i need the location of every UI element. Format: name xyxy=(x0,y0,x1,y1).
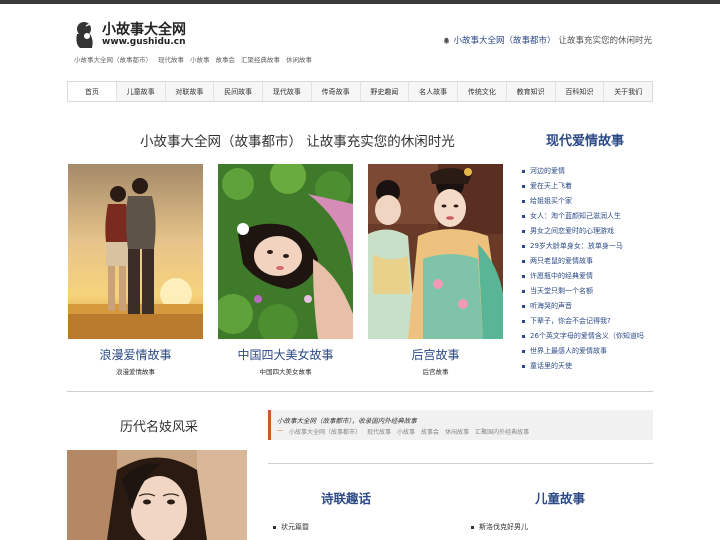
tagline-site-link[interactable]: 小故事大全网（故事都市） xyxy=(453,34,555,46)
main-nav: 首页 儿童故事 对联故事 民间故事 现代故事 传奇故事 野史趣闻 名人故事 传统… xyxy=(67,81,653,102)
list-item[interactable]: 26个英文字母的爱情含义（你知道吗 xyxy=(522,329,644,344)
card-title[interactable]: 中国四大美女故事 xyxy=(218,346,353,363)
notice-link[interactable]: 汇聚国内外经典故事 xyxy=(475,427,529,436)
card-subtitle: 浪漫爱情故事 xyxy=(116,368,155,376)
notice-link[interactable]: 现代故事 xyxy=(367,427,391,436)
nav-item-folk[interactable]: 民间故事 xyxy=(214,82,263,101)
top-link[interactable]: 故事会 xyxy=(216,54,236,64)
card-title[interactable]: 浪漫爱情故事 xyxy=(68,346,203,363)
list-item[interactable]: 给姐姐买个家 xyxy=(522,194,644,209)
list-item[interactable]: 爱在天上飞着 xyxy=(522,179,644,194)
list-item[interactable]: 听海哭的声音 xyxy=(522,299,644,314)
section-title-poetry[interactable]: 诗联趣话 xyxy=(256,488,436,507)
list-item[interactable]: 状元篇暨 xyxy=(272,520,309,535)
nav-item-home[interactable]: 首页 xyxy=(68,82,117,101)
list-item[interactable]: 世界上最感人的爱情故事 xyxy=(522,344,644,359)
nav-item-about[interactable]: 关于我们 xyxy=(604,82,652,101)
section-title-children[interactable]: 儿童故事 xyxy=(470,488,650,507)
page-headline: 小故事大全网（故事都市） 让故事充实您的休闲时光 xyxy=(140,134,455,150)
nav-item-legend[interactable]: 传奇故事 xyxy=(312,82,361,101)
top-link[interactable]: 休闲故事 xyxy=(286,54,312,64)
nav-item-celebrity[interactable]: 名人故事 xyxy=(409,82,458,101)
poetry-list: 状元篇暨 xyxy=(272,520,309,535)
courtesan-portrait[interactable] xyxy=(67,450,247,540)
logo-url: www.gushidu.cn xyxy=(102,37,186,47)
list-item[interactable]: 河边的爱情 xyxy=(522,164,644,179)
notice-link[interactable]: 故事会 xyxy=(421,427,439,436)
notice-link[interactable]: 休闲故事 xyxy=(445,427,469,436)
top-link[interactable]: 现代故事 xyxy=(158,54,184,64)
top-link[interactable]: 汇聚经典故事 xyxy=(241,54,280,64)
section-divider xyxy=(67,391,653,392)
notice-title: 小故事大全网（故事都市），收录国内外经典故事 xyxy=(277,417,417,425)
portrait-image xyxy=(67,450,247,540)
list-item[interactable]: 29岁大龄单身女：放单身一马 xyxy=(522,239,644,254)
card-title[interactable]: 后宫故事 xyxy=(368,346,503,363)
top-links: 小故事大全网（故事都市） 现代故事 小故事 故事会 汇聚经典故事 休闲故事 xyxy=(74,54,312,64)
list-item[interactable]: 两只老鼠的爱情故事 xyxy=(522,254,644,269)
section-divider xyxy=(268,463,653,464)
nav-item-anecdotes[interactable]: 野史趣闻 xyxy=(361,82,410,101)
woman-in-flowers-image xyxy=(218,164,353,339)
children-story-list: 斯洛伐克好男儿 xyxy=(470,520,528,535)
logo-title: 小故事大全网 xyxy=(102,22,186,38)
feature-card-four-beauties[interactable]: 中国四大美女故事 中国四大美女故事 xyxy=(218,164,353,376)
site-notice: 小故事大全网（故事都市），收录国内外经典故事 — 小故事大全网（故事都市） 现代… xyxy=(268,410,653,440)
nav-item-modern[interactable]: 现代故事 xyxy=(263,82,312,101)
site-logo[interactable]: 小故事大全网 www.gushidu.cn xyxy=(74,18,194,50)
list-item[interactable]: 女人：淘个蓝颜知己滋润人生 xyxy=(522,209,644,224)
list-item[interactable]: 许愿瓶中的经典爱情 xyxy=(522,269,644,284)
card-image[interactable] xyxy=(368,164,503,339)
top-link[interactable]: 小故事 xyxy=(190,54,210,64)
header-tagline: 小故事大全网（故事都市） 让故事充实您的休闲时光 xyxy=(443,34,652,46)
list-item[interactable]: 当天堂只剩一个名额 xyxy=(522,284,644,299)
nav-item-encyclopedia[interactable]: 百科知识 xyxy=(556,82,605,101)
card-subtitle: 后宫故事 xyxy=(422,368,449,376)
courtesans-heading: 历代名妓风采 xyxy=(119,420,198,435)
bell-icon xyxy=(444,37,450,44)
list-item[interactable]: 下辈子，你会不会记得我? xyxy=(522,314,644,329)
storyteller-logo-icon xyxy=(76,22,94,48)
list-item[interactable]: 男女之间恋爱时的心理游戏 xyxy=(522,224,644,239)
feature-card-palace[interactable]: 后宫故事 后宫故事 xyxy=(368,164,503,376)
top-link[interactable]: 小故事大全网（故事都市） xyxy=(74,54,152,64)
nav-item-couplets[interactable]: 对联故事 xyxy=(166,82,215,101)
notice-prefix: — xyxy=(277,427,283,434)
nav-item-education[interactable]: 教育知识 xyxy=(507,82,556,101)
card-image[interactable] xyxy=(218,164,353,339)
card-subtitle: 中国四大美女故事 xyxy=(259,368,312,376)
palace-women-image xyxy=(368,164,503,339)
list-item[interactable]: 斯洛伐克好男儿 xyxy=(470,520,528,535)
nav-item-culture[interactable]: 传统文化 xyxy=(458,82,507,101)
list-item[interactable]: 童话里的天使 xyxy=(522,359,644,374)
sidebar-story-list: 河边的爱情 爱在天上飞着 给姐姐买个家 女人：淘个蓝颜知己滋润人生 男女之间恋爱… xyxy=(522,164,644,374)
notice-links: — 小故事大全网（故事都市） 现代故事 小故事 故事会 休闲故事 汇聚国内外经典… xyxy=(277,427,529,436)
top-bar xyxy=(0,0,720,4)
couple-sunset-image xyxy=(68,164,203,339)
notice-link[interactable]: 小故事大全网（故事都市） xyxy=(289,427,361,436)
card-image[interactable] xyxy=(68,164,203,339)
feature-card-romance[interactable]: 浪漫爱情故事 浪漫爱情故事 xyxy=(68,164,203,376)
nav-item-children[interactable]: 儿童故事 xyxy=(117,82,166,101)
sidebar-title: 现代爱情故事 xyxy=(545,134,624,149)
notice-link[interactable]: 小故事 xyxy=(397,427,415,436)
tagline-text: 让故事充实您的休闲时光 xyxy=(558,36,652,46)
